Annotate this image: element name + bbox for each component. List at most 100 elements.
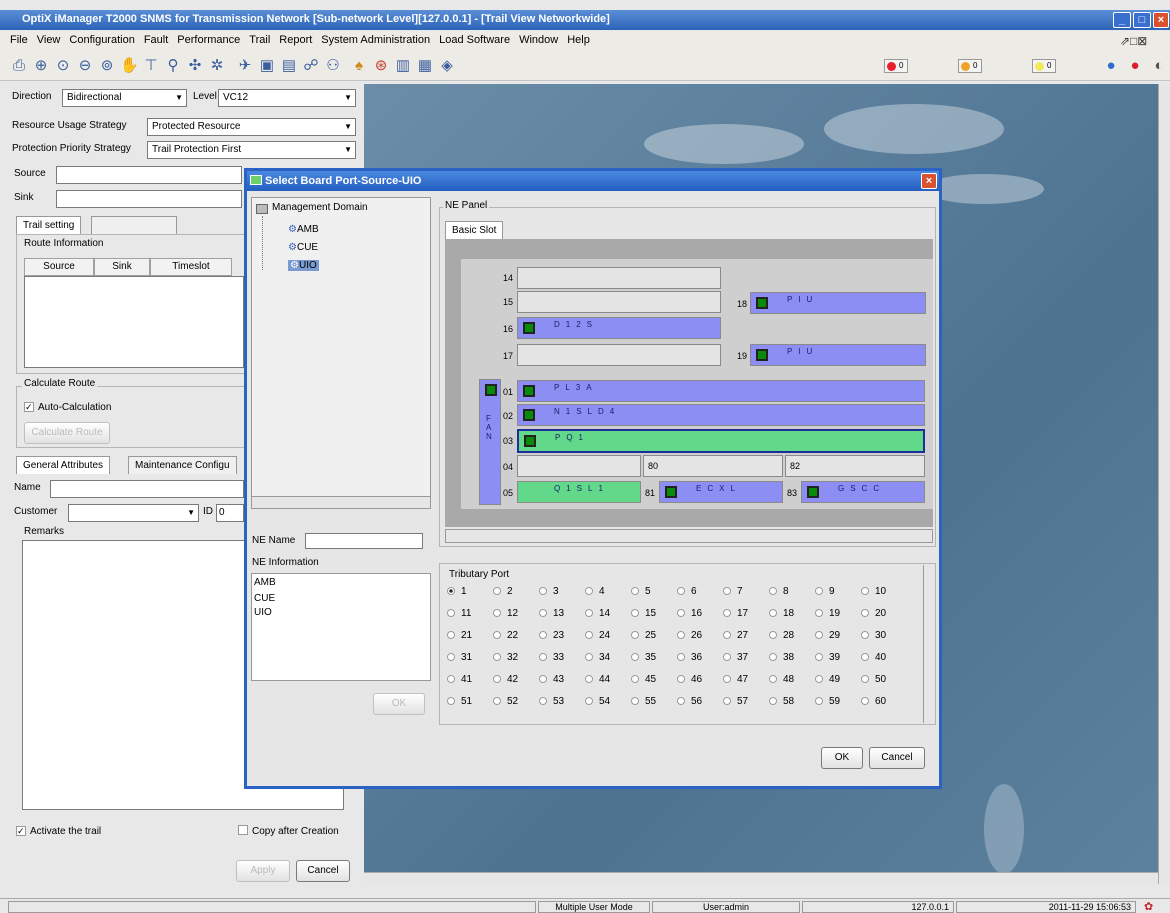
menu-item-help[interactable]: Help — [567, 34, 590, 51]
menu-item-window[interactable]: Window — [519, 34, 558, 51]
copy-after-creation-checkbox[interactable]: Copy after Creation — [238, 822, 339, 842]
port-radio-32[interactable]: 32 — [493, 651, 518, 665]
performance-icon[interactable]: ▤ — [280, 57, 298, 75]
port-radio-14[interactable]: 14 — [585, 607, 610, 621]
direction-select[interactable]: Bidirectional — [62, 89, 187, 107]
ne-info-list[interactable]: AMB CUE UIO — [251, 573, 431, 681]
port-radio-21[interactable]: 21 — [447, 629, 472, 643]
port-radio-43[interactable]: 43 — [539, 673, 564, 687]
menu-item-load-software[interactable]: Load Software — [439, 34, 510, 51]
slot-82[interactable]: 82 — [785, 455, 925, 477]
port-radio-59[interactable]: 59 — [815, 695, 840, 709]
port-radio-25[interactable]: 25 — [631, 629, 656, 643]
port-radio-31[interactable]: 31 — [447, 651, 472, 665]
ne-tree[interactable]: Management Domain ⚙AMB ⚙CUE ⚙UIO — [251, 197, 431, 509]
slot-14[interactable] — [517, 267, 721, 289]
report-icon[interactable]: ▦ — [416, 57, 434, 75]
security-icon[interactable]: ⊛ — [372, 57, 390, 75]
port-radio-16[interactable]: 16 — [677, 607, 702, 621]
name-field[interactable] — [50, 480, 244, 498]
dialog-close-icon[interactable]: × — [921, 173, 937, 189]
board-pq1-selected[interactable]: PQ1 — [517, 429, 925, 453]
alarm-bell-icon[interactable]: ♠ — [350, 57, 368, 75]
board-pl3a[interactable]: PL3A — [517, 380, 925, 402]
port-radio-35[interactable]: 35 — [631, 651, 656, 665]
slot-horizontal-scrollbar[interactable] — [445, 529, 933, 543]
port-radio-45[interactable]: 45 — [631, 673, 656, 687]
port-radio-34[interactable]: 34 — [585, 651, 610, 665]
board-gscc[interactable]: GSCC — [801, 481, 925, 503]
port-radio-29[interactable]: 29 — [815, 629, 840, 643]
port-radio-33[interactable]: 33 — [539, 651, 564, 665]
minor-alarm-indicator[interactable]: 0 — [1032, 59, 1056, 73]
level-select[interactable]: VC12 — [218, 89, 356, 107]
port-radio-4[interactable]: 4 — [585, 585, 605, 599]
board-piu-19[interactable]: PIU — [750, 344, 926, 366]
source-field[interactable] — [56, 166, 242, 184]
info-icon[interactable]: ● — [1102, 57, 1120, 75]
port-radio-57[interactable]: 57 — [723, 695, 748, 709]
port-radio-38[interactable]: 38 — [769, 651, 794, 665]
port-radio-6[interactable]: 6 — [677, 585, 697, 599]
col-source[interactable]: Source — [24, 258, 94, 276]
port-radio-2[interactable]: 2 — [493, 585, 513, 599]
port-radio-7[interactable]: 7 — [723, 585, 743, 599]
port-radio-17[interactable]: 17 — [723, 607, 748, 621]
port-radio-46[interactable]: 46 — [677, 673, 702, 687]
port-radio-27[interactable]: 27 — [723, 629, 748, 643]
menu-item-system-administration[interactable]: System Administration — [321, 34, 430, 51]
slot-04[interactable] — [517, 455, 641, 477]
zoom-icon[interactable]: ⊙ — [54, 57, 72, 75]
port-radio-55[interactable]: 55 — [631, 695, 656, 709]
zoom-in-icon[interactable]: ⊕ — [32, 57, 50, 75]
menu-item-trail[interactable]: Trail — [249, 34, 270, 51]
tab-general-attributes[interactable]: General Attributes — [16, 456, 111, 474]
port-radio-51[interactable]: 51 — [447, 695, 472, 709]
menu-item-view[interactable]: View — [37, 34, 61, 51]
port-radio-36[interactable]: 36 — [677, 651, 702, 665]
more-icon[interactable]: ◐ — [1150, 57, 1168, 75]
auto-calc-checkbox[interactable]: ✓ Auto-Calculation — [24, 398, 111, 418]
port-radio-8[interactable]: 8 — [769, 585, 789, 599]
link-icon[interactable]: ☍ — [302, 57, 320, 75]
ne-info-item[interactable]: UIO — [252, 606, 430, 620]
route-table[interactable] — [24, 276, 244, 368]
port-radio-18[interactable]: 18 — [769, 607, 794, 621]
tree-item-cue[interactable]: ⚙CUE — [288, 242, 318, 253]
tab-basic-slot[interactable]: Basic Slot — [445, 221, 504, 239]
minimize-icon[interactable]: _ — [1113, 12, 1131, 28]
port-radio-19[interactable]: 19 — [815, 607, 840, 621]
maximize-icon[interactable]: □ — [1133, 12, 1151, 28]
print-icon[interactable]: ⎙ — [10, 57, 28, 75]
port-radio-15[interactable]: 15 — [631, 607, 656, 621]
close-icon[interactable]: × — [1153, 12, 1169, 28]
port-radio-52[interactable]: 52 — [493, 695, 518, 709]
port-radio-5[interactable]: 5 — [631, 585, 651, 599]
tree-item-uio[interactable]: ⚙UIO — [288, 260, 319, 271]
port-radio-56[interactable]: 56 — [677, 695, 702, 709]
port-radio-54[interactable]: 54 — [585, 695, 610, 709]
resource-usage-select[interactable]: Protected Resource — [147, 118, 356, 136]
menu-item-file[interactable]: File — [10, 34, 28, 51]
tree-item-amb[interactable]: ⚙AMB — [288, 224, 319, 235]
dialog-cancel-button[interactable]: Cancel — [869, 747, 925, 769]
port-radio-48[interactable]: 48 — [769, 673, 794, 687]
menu-item-performance[interactable]: Performance — [177, 34, 240, 51]
chart-icon[interactable]: ▥ — [394, 57, 412, 75]
port-radio-44[interactable]: 44 — [585, 673, 610, 687]
port-radio-42[interactable]: 42 — [493, 673, 518, 687]
port-radio-11[interactable]: 11 — [447, 607, 471, 621]
ne-info-item[interactable]: CUE — [252, 592, 430, 606]
menu-item-report[interactable]: Report — [279, 34, 312, 51]
protection-priority-select[interactable]: Trail Protection First — [147, 141, 356, 159]
pan-icon[interactable]: ✋ — [120, 57, 139, 75]
customer-select[interactable] — [68, 504, 199, 522]
port-radio-47[interactable]: 47 — [723, 673, 748, 687]
col-sink[interactable]: Sink — [94, 258, 150, 276]
stop-icon[interactable]: ● — [1126, 57, 1144, 75]
sink-field[interactable] — [56, 190, 242, 208]
port-radio-12[interactable]: 12 — [493, 607, 518, 621]
menu-item-configuration[interactable]: Configuration — [69, 34, 134, 51]
restore-icons[interactable]: ⇗□⊠ — [1120, 34, 1147, 48]
tree-horizontal-scrollbar[interactable] — [252, 496, 430, 508]
